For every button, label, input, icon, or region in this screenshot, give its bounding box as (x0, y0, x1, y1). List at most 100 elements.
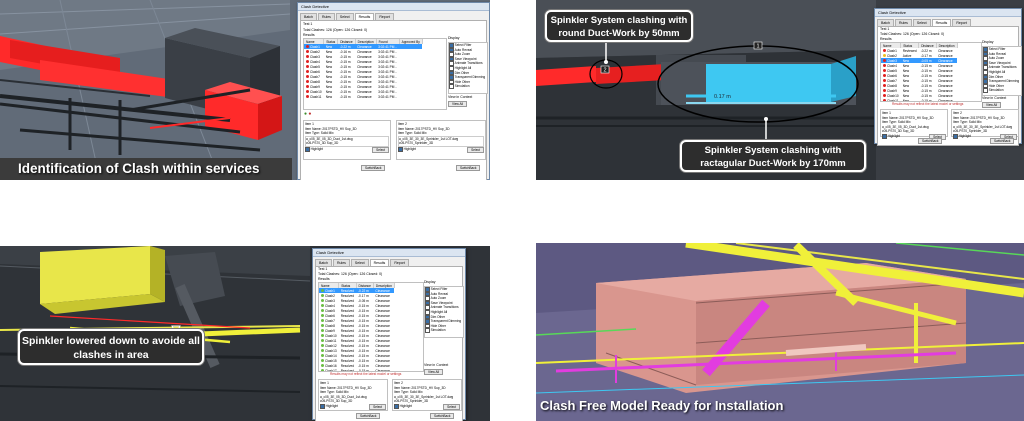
item2-highlight-checkbox-2[interactable]: Highlight (953, 134, 971, 141)
col-distance[interactable]: Distance (337, 39, 356, 44)
cell-text: -0.15 m (339, 54, 351, 59)
cell-text: Clearance (375, 298, 390, 303)
view-in-context-label-3: View in Context (424, 363, 449, 367)
switchback-button-2b[interactable]: SwitchBack (990, 138, 1015, 144)
table-cell: 3:02:41 PM .. (376, 79, 399, 84)
tab-results-2[interactable]: Results (931, 19, 952, 26)
switchback-button-3a[interactable]: SwitchBack (356, 413, 381, 419)
cell-text: -0.15 m (358, 358, 369, 363)
switchback-button-2a[interactable]: SwitchBack (918, 138, 943, 144)
marker-2: 2 (603, 68, 606, 74)
cell-text: Clash13 (325, 348, 337, 353)
item2-entry2[interactable]: c05-PS70_Sprinkler_3D (399, 141, 483, 146)
status-dot-icon (883, 84, 886, 88)
item2-select-button-3[interactable]: Select (443, 403, 460, 410)
tab-results-3[interactable]: Results (369, 259, 390, 266)
status-dot-icon (883, 59, 886, 63)
col-approved-by[interactable]: Approved By (399, 39, 423, 44)
cell-text: Clash1 (310, 44, 320, 49)
item2-highlight-checkbox[interactable]: Highlight (398, 147, 416, 154)
results-rows: Clash1 New -0.22 m Clearance 3:02:41 PM .. Cl… (304, 44, 423, 99)
table-cell: 3:02:41 PM .. (376, 89, 399, 94)
tab-batch-2[interactable]: Batch (877, 19, 894, 26)
cell-text: Clearance (375, 313, 390, 318)
cell-text: New (902, 63, 910, 68)
view-in-context-select[interactable]: View All (448, 101, 468, 107)
cell-text: New (325, 59, 333, 64)
view-in-context-select-2[interactable]: View All (982, 102, 1002, 108)
table-cell: Resolved (339, 293, 356, 298)
cell-text: -0.15 m (920, 63, 932, 68)
cell-text: Resolved (340, 318, 354, 323)
tab-batch[interactable]: Batch (300, 13, 317, 20)
cell-text: Resolved (340, 348, 354, 353)
status-dot-icon (321, 339, 324, 343)
item2-panel-2: Item 2 Item Name: 2017PSTD_HV Sup_3D Ite… (951, 109, 1019, 140)
cell-text: New (325, 89, 333, 94)
tab-batch-3[interactable]: Batch (315, 259, 332, 266)
cell-text: Clash1 (887, 48, 897, 53)
cell-text: -0.15 m (339, 64, 351, 69)
tab-select-3[interactable]: Select (350, 259, 369, 266)
tab-select[interactable]: Select (335, 13, 354, 20)
cell-text: Clearance (375, 293, 390, 298)
status-dot-icon (883, 74, 886, 78)
view-in-context-label-2: View in Context (982, 96, 1007, 100)
results-rows-2: Clash1 Reviewed -0.22 m Clearance Clash2 Acti… (881, 48, 958, 101)
display-label-3: Display (424, 280, 436, 284)
table-cell: 3:02:41 PM .. (376, 64, 399, 69)
model-viewport-4 (536, 243, 1024, 421)
item1-select-button-3[interactable]: Select (369, 403, 386, 410)
table-row[interactable]: Clash11 New -0.15 m Clearance 3:02:41 PM .. (304, 94, 422, 99)
view-in-context-select-3[interactable]: View All (424, 369, 444, 375)
col-distance-2[interactable]: Distance (918, 43, 937, 48)
cell-text: Clash4 (325, 303, 335, 308)
table-cell: Resolved (339, 308, 356, 313)
tab-rules[interactable]: Rules (317, 13, 335, 20)
results-table-2: Name Status Distance Description Clash1 R… (881, 43, 958, 101)
display-option-checkbox[interactable]: Simulation (983, 88, 1021, 93)
status-dot-icon (321, 319, 324, 323)
item1-select-button[interactable]: Select (372, 146, 389, 153)
col-description[interactable]: Description (355, 39, 377, 44)
item1-highlight-checkbox[interactable]: Highlight (305, 147, 323, 154)
item2-highlight-checkbox-3[interactable]: Highlight (394, 404, 412, 411)
col-description-2[interactable]: Description (936, 43, 958, 48)
cell-text: Clearance (357, 59, 372, 64)
cell-text: Resolved (340, 288, 354, 293)
tab-report-3[interactable]: Report (390, 259, 409, 266)
cell-text: -0.15 m (339, 59, 351, 64)
tab-rules-2[interactable]: Rules (894, 19, 912, 26)
view-in-context-label: View in Context (448, 95, 473, 99)
cell-text: Resolved (340, 333, 354, 338)
item1-highlight-checkbox-3[interactable]: Highlight (320, 404, 338, 411)
cell-text: Clash2 (887, 53, 897, 58)
cell-text: Clearance (938, 73, 953, 78)
item2-select-button[interactable]: Select (467, 146, 484, 153)
display-option-checkbox[interactable]: Simulation (425, 328, 463, 333)
item1-entry2[interactable]: c05-PS70_3D Sup_3D (306, 141, 388, 146)
switchback-button-1[interactable]: SwitchBack (361, 165, 386, 171)
cell-text: Clearance (375, 353, 390, 358)
status-dot-icon (306, 55, 309, 59)
col-description-3[interactable]: Description (373, 283, 395, 288)
refresh-icon[interactable]: ● (304, 111, 307, 117)
table-cell: Resolved (339, 298, 356, 303)
reset-icon[interactable]: ● (308, 111, 311, 117)
status-dot-icon (883, 54, 886, 58)
cell-text: Clash15 (325, 358, 337, 363)
display-option-checkbox[interactable]: Simulation (449, 84, 487, 89)
tab-rules-3[interactable]: Rules (332, 259, 350, 266)
tab-select-2[interactable]: Select (912, 19, 931, 26)
item1-highlight-checkbox-2[interactable]: Highlight (882, 134, 900, 141)
cell-text: New (325, 94, 333, 99)
switchback-button-3b[interactable]: SwitchBack (430, 413, 455, 419)
results-table-wrap-3: Name Status Distance Description Clash1 R… (318, 282, 424, 372)
col-distance-3[interactable]: Distance (356, 283, 374, 288)
status-dot-icon (321, 359, 324, 363)
cell-text: Clearance (375, 343, 390, 348)
switchback-button-2[interactable]: SwitchBack (456, 165, 481, 171)
tab-results[interactable]: Results (354, 13, 375, 20)
tab-report[interactable]: Report (375, 13, 394, 20)
tab-report-2[interactable]: Report (952, 19, 971, 26)
